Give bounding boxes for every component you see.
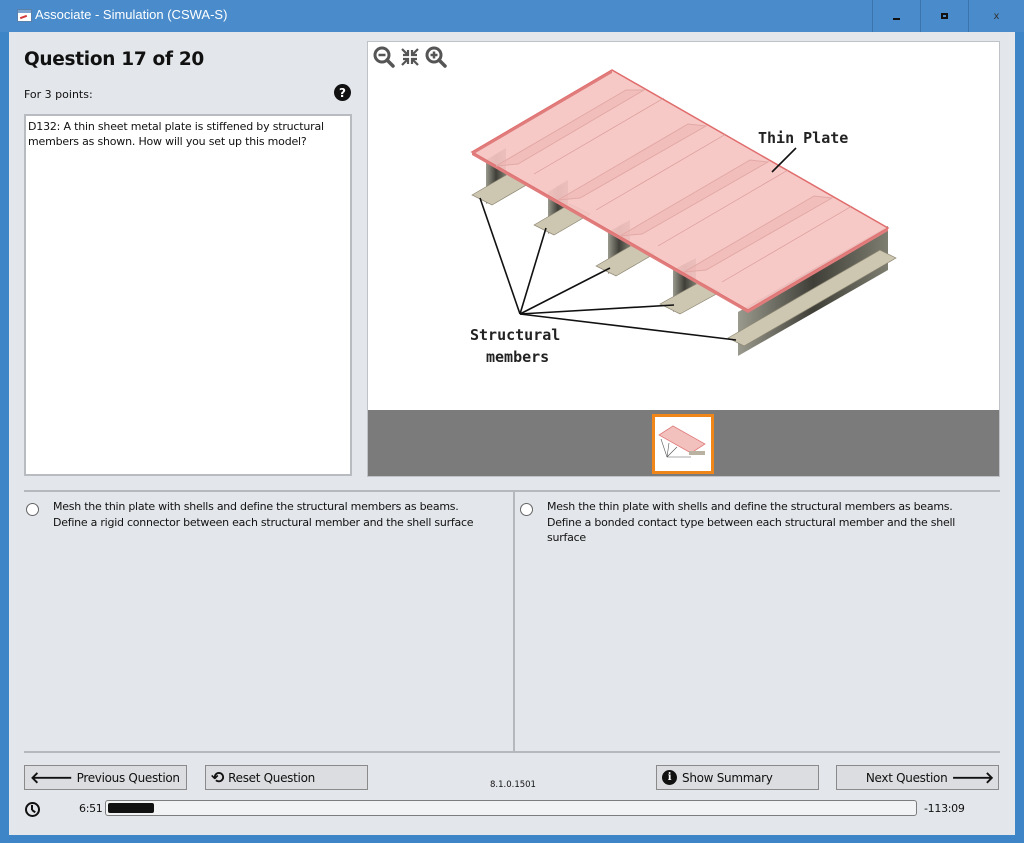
arrow-left-icon: 🡐 (30, 767, 73, 787)
divider (24, 490, 1000, 492)
next-question-button[interactable]: Next Question 🡒 (836, 765, 999, 790)
answer-text-2: Mesh the thin plate with shells and defi… (547, 500, 956, 544)
question-heading: Question 17 of 20 (24, 49, 204, 70)
minimize-button[interactable] (872, 0, 919, 32)
time-progress-fill (108, 803, 154, 813)
image-panel: Thin Plate Structural members (367, 41, 1000, 477)
next-question-label: Next Question (865, 770, 948, 785)
show-summary-button[interactable]: i Show Summary (656, 765, 819, 790)
maximize-icon (940, 13, 948, 19)
thumbnail-strip (368, 410, 999, 476)
points-label: For 3 points: (24, 88, 93, 101)
answer-divider (513, 492, 515, 752)
show-summary-label: Show Summary (682, 770, 773, 785)
reset-question-button[interactable]: ⟲ Reset Question (205, 765, 368, 790)
time-progress-bar (105, 800, 917, 816)
answer-text-1: Mesh the thin plate with shells and defi… (53, 500, 474, 529)
label-members: members (486, 348, 549, 366)
answer-radio-1[interactable] (26, 503, 39, 516)
close-icon: x (993, 10, 1000, 22)
info-icon: i (662, 770, 677, 785)
window-title: Associate - Simulation (CSWA-S) (35, 7, 228, 22)
remaining-time: -113:09 (924, 802, 965, 815)
answer-option-2[interactable]: Mesh the thin plate with shells and defi… (520, 499, 990, 546)
label-structural: Structural (470, 326, 560, 344)
app-icon (17, 9, 32, 22)
help-icon[interactable]: ? (334, 84, 351, 101)
arrow-right-icon: 🡒 (951, 767, 994, 787)
clock-icon (25, 802, 40, 817)
elapsed-time: 6:51 (79, 802, 103, 815)
title-bar: Associate - Simulation (CSWA-S) x (0, 0, 1024, 32)
maximize-button[interactable] (920, 0, 967, 32)
image-viewer[interactable]: Thin Plate Structural members (368, 42, 999, 410)
close-button[interactable]: x (968, 0, 1024, 32)
reset-question-label: Reset Question (228, 770, 315, 785)
client-area: Question 17 of 20 For 3 points: ? D132: … (9, 32, 1015, 835)
minimize-icon (892, 18, 900, 20)
reset-icon: ⟲ (211, 767, 225, 787)
previous-question-label: Previous Question (76, 770, 180, 785)
divider (24, 751, 1000, 753)
thumbnail-image (658, 425, 706, 458)
previous-question-button[interactable]: 🡐 Previous Question (24, 765, 187, 790)
question-text-box[interactable]: D132: A thin sheet metal plate is stiffe… (24, 114, 352, 476)
answer-radio-2[interactable] (520, 503, 533, 516)
stiffened-plate-figure: Thin Plate Structural members (470, 69, 897, 366)
thumbnail-selected[interactable] (652, 414, 714, 474)
answer-option-1[interactable]: Mesh the thin plate with shells and defi… (26, 499, 496, 530)
label-thin-plate: Thin Plate (758, 129, 848, 147)
version-label: 8.1.0.1501 (490, 780, 536, 790)
